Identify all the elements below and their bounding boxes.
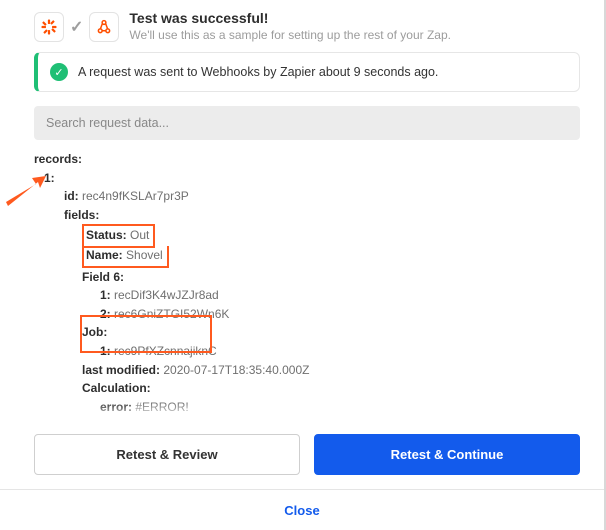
- success-notice: ✓ A request was sent to Webhooks by Zapi…: [34, 52, 580, 92]
- field6-key: Field 6:: [82, 270, 124, 284]
- field6-1-value: recDif3K4wJZJr8ad: [114, 288, 219, 302]
- id-key: id:: [64, 189, 79, 203]
- field6-2-value: rec6GniZTGI52Wn6K: [114, 307, 229, 321]
- zapier-icon: [34, 12, 64, 42]
- job-1-value: rec9PfXZcnnajiknC: [114, 344, 217, 358]
- fields-key: fields:: [64, 208, 99, 222]
- retest-continue-button[interactable]: Retest & Continue: [314, 434, 580, 475]
- records-key: records:: [34, 152, 82, 166]
- request-data-tree: records: 1: id: rec4n9fKSLAr7pr3P fields…: [34, 150, 580, 420]
- app-icon-group: ✓: [34, 10, 119, 42]
- field6-1-key: 1:: [100, 288, 111, 302]
- lastmod-value: 2020-07-17T18:35:40.000Z: [163, 363, 309, 377]
- checkmark-icon: ✓: [70, 17, 83, 37]
- status-value: Out: [130, 228, 149, 242]
- webhook-icon: [89, 12, 119, 42]
- close-link[interactable]: Close: [284, 503, 319, 518]
- lastmod-key: last modified:: [82, 363, 160, 377]
- field6-2-key: 2:: [100, 307, 111, 321]
- header-row: ✓ Test was successful! We'll use this as…: [0, 6, 604, 52]
- search-input[interactable]: Search request data...: [34, 106, 580, 140]
- retest-review-button[interactable]: Retest & Review: [34, 434, 300, 475]
- header-text: Test was successful! We'll use this as a…: [129, 10, 451, 42]
- success-check-icon: ✓: [50, 63, 68, 81]
- name-key: Name:: [86, 248, 123, 262]
- status-key: Status:: [86, 228, 127, 242]
- header-title: Test was successful!: [129, 10, 451, 26]
- annotation-arrow-icon: [6, 176, 46, 210]
- name-value: Shovel: [126, 248, 163, 262]
- job-1-key: 1:: [100, 344, 111, 358]
- job-key: Job:: [82, 325, 107, 339]
- button-row: Retest & Review Retest & Continue: [0, 420, 604, 489]
- test-result-panel: ✓ Test was successful! We'll use this as…: [0, 0, 606, 530]
- id-value: rec4n9fKSLAr7pr3P: [82, 189, 189, 203]
- calc-key: Calculation:: [82, 381, 151, 395]
- footer: Close: [0, 489, 604, 530]
- header-subtitle: We'll use this as a sample for setting u…: [129, 28, 451, 42]
- notice-text: A request was sent to Webhooks by Zapier…: [78, 65, 438, 79]
